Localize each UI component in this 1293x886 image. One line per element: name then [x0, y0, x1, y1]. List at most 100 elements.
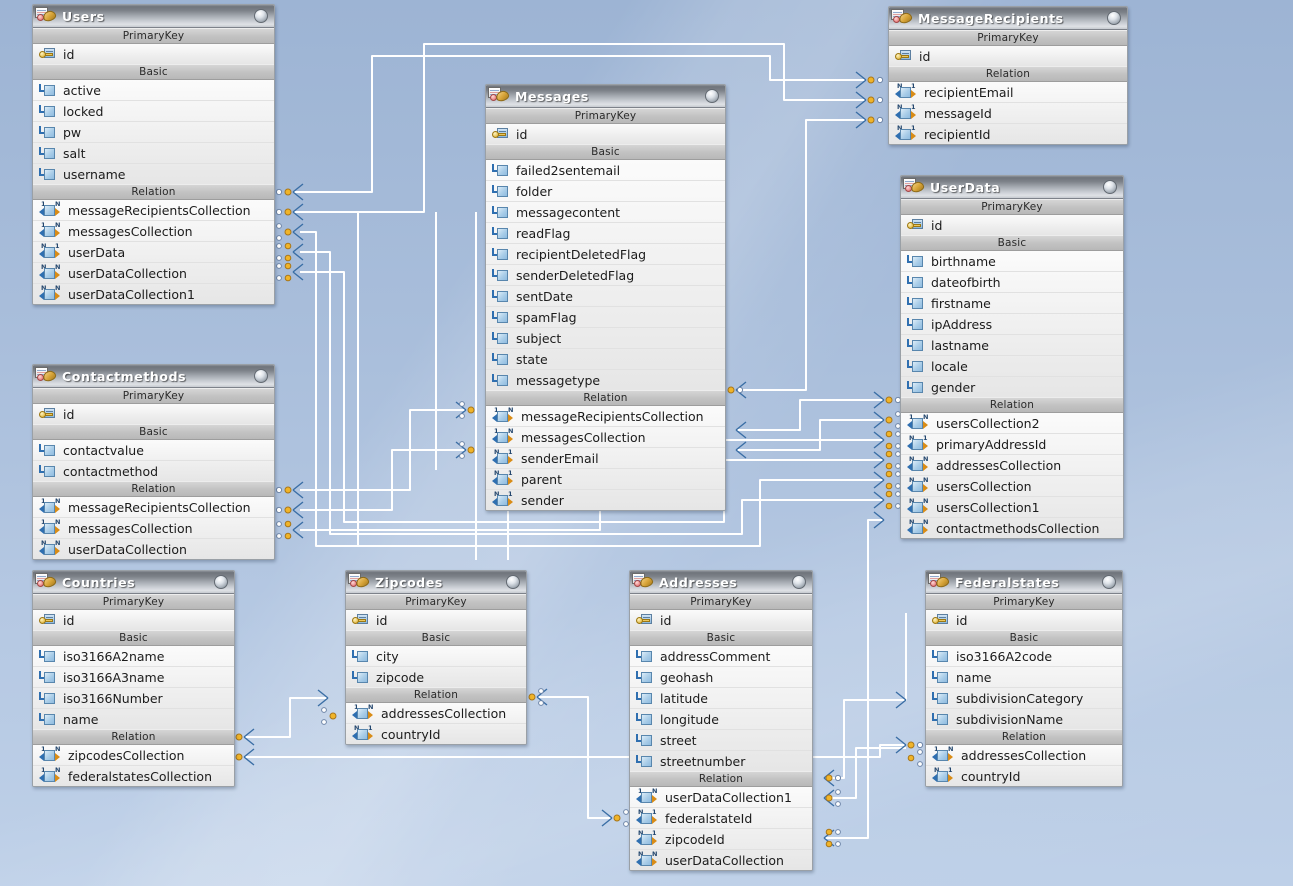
collapse-button[interactable] — [506, 575, 520, 589]
field-row[interactable]: streetnumber — [630, 751, 812, 771]
field-row[interactable]: name — [33, 709, 234, 729]
relation-row[interactable]: N N userDataCollection — [33, 539, 274, 559]
entity-contactmethods[interactable]: Contactmethods PrimaryKey id Basic contactva… — [32, 364, 275, 560]
relation-row[interactable]: N 1 countryId — [926, 766, 1122, 786]
field-row[interactable]: senderDeletedFlag — [486, 265, 725, 286]
field-row[interactable]: folder — [486, 181, 725, 202]
entity-addresses[interactable]: Addresses PrimaryKey id Basic addressComment… — [629, 570, 813, 871]
relation-row[interactable]: N N addressesCollection — [901, 455, 1123, 476]
field-row[interactable]: state — [486, 349, 725, 370]
diagram-canvas[interactable]: Users PrimaryKey id Basic active locked pw salt… — [0, 0, 1293, 886]
relation-row[interactable]: N 1 countryId — [346, 724, 526, 744]
field-row[interactable]: locale — [901, 356, 1123, 377]
field-row[interactable]: recipientDeletedFlag — [486, 244, 725, 265]
relation-row[interactable]: N 1 federalstateId — [630, 808, 812, 829]
entity-header[interactable]: Contactmethods — [33, 365, 274, 388]
collapse-button[interactable] — [1103, 180, 1117, 194]
relation-row[interactable]: 1 N messageRecipientsCollection — [33, 497, 274, 518]
field-row[interactable]: readFlag — [486, 223, 725, 244]
field-row[interactable]: lastname — [901, 335, 1123, 356]
entity-messages[interactable]: Messages PrimaryKey id Basic failed2sentemai… — [485, 84, 726, 511]
field-row[interactable]: zipcode — [346, 667, 526, 687]
entity-header[interactable]: Messages — [486, 85, 725, 108]
field-row[interactable]: messagecontent — [486, 202, 725, 223]
field-row[interactable]: firstname — [901, 293, 1123, 314]
field-row[interactable]: iso3166A3name — [33, 667, 234, 688]
entity-header[interactable]: Zipcodes — [346, 571, 526, 594]
field-row[interactable]: sentDate — [486, 286, 725, 307]
field-row[interactable]: addressComment — [630, 646, 812, 667]
field-row[interactable]: id — [33, 404, 274, 424]
relation-row[interactable]: N N usersCollection1 — [901, 497, 1123, 518]
field-row[interactable]: name — [926, 667, 1122, 688]
relation-row[interactable]: N N usersCollection — [901, 476, 1123, 497]
field-row[interactable]: id — [486, 124, 725, 144]
relation-row[interactable]: 1 N addressesCollection — [346, 703, 526, 724]
collapse-button[interactable] — [214, 575, 228, 589]
relation-row[interactable]: N 1 messageId — [889, 103, 1127, 124]
relation-row[interactable]: N 1 zipcodeId — [630, 829, 812, 850]
field-row[interactable]: username — [33, 164, 274, 184]
entity-header[interactable]: Users — [33, 5, 274, 28]
field-row[interactable]: id — [630, 610, 812, 630]
relation-row[interactable]: 1 N addressesCollection — [926, 745, 1122, 766]
relation-row[interactable]: N 1 senderEmail — [486, 448, 725, 469]
field-row[interactable]: subdivisionName — [926, 709, 1122, 729]
field-row[interactable]: ipAddress — [901, 314, 1123, 335]
relation-row[interactable]: 1 N zipcodesCollection — [33, 745, 234, 766]
relation-row[interactable]: 1 N messageRecipientsCollection — [486, 406, 725, 427]
relation-row[interactable]: 1 N messagesCollection — [33, 518, 274, 539]
field-row[interactable]: id — [346, 610, 526, 630]
relation-row[interactable]: N 1 sender — [486, 490, 725, 510]
field-row[interactable]: longitude — [630, 709, 812, 730]
relation-row[interactable]: 1 N userDataCollection1 — [630, 787, 812, 808]
field-row[interactable]: dateofbirth — [901, 272, 1123, 293]
field-row[interactable]: locked — [33, 101, 274, 122]
field-row[interactable]: contactvalue — [33, 440, 274, 461]
field-row[interactable]: messagetype — [486, 370, 725, 390]
entity-zipcodes[interactable]: Zipcodes PrimaryKey id Basic city zipcode Rela… — [345, 570, 527, 745]
field-row[interactable]: iso3166A2name — [33, 646, 234, 667]
field-row[interactable]: id — [889, 46, 1127, 66]
field-row[interactable]: latitude — [630, 688, 812, 709]
field-row[interactable]: pw — [33, 122, 274, 143]
entity-messagerecipients[interactable]: MessageRecipients PrimaryKey id Relation N 1 r… — [888, 6, 1128, 145]
entity-header[interactable]: UserData — [901, 176, 1123, 199]
field-row[interactable]: iso3166Number — [33, 688, 234, 709]
field-row[interactable]: birthname — [901, 251, 1123, 272]
field-row[interactable]: gender — [901, 377, 1123, 397]
entity-countries[interactable]: Countries PrimaryKey id Basic iso3166A2name i… — [32, 570, 235, 787]
collapse-button[interactable] — [705, 89, 719, 103]
collapse-button[interactable] — [254, 369, 268, 383]
field-row[interactable]: iso3166A2code — [926, 646, 1122, 667]
field-row[interactable]: geohash — [630, 667, 812, 688]
entity-users[interactable]: Users PrimaryKey id Basic active locked pw salt… — [32, 4, 275, 305]
field-row[interactable]: id — [33, 610, 234, 630]
relation-row[interactable]: N N userDataCollection — [630, 850, 812, 870]
field-row[interactable]: id — [33, 44, 274, 64]
relation-row[interactable]: N 1 userData — [33, 242, 274, 263]
relation-row[interactable]: N 1 parent — [486, 469, 725, 490]
relation-row[interactable]: N 1 recipientEmail — [889, 82, 1127, 103]
relation-row[interactable]: N N contactmethodsCollection — [901, 518, 1123, 538]
collapse-button[interactable] — [254, 9, 268, 23]
entity-header[interactable]: MessageRecipients — [889, 7, 1127, 30]
collapse-button[interactable] — [792, 575, 806, 589]
relation-row[interactable]: 1 N usersCollection2 — [901, 413, 1123, 434]
relation-row[interactable]: N N userDataCollection1 — [33, 284, 274, 304]
field-row[interactable]: subject — [486, 328, 725, 349]
field-row[interactable]: id — [901, 215, 1123, 235]
collapse-button[interactable] — [1107, 11, 1121, 25]
field-row[interactable]: city — [346, 646, 526, 667]
collapse-button[interactable] — [1102, 575, 1116, 589]
field-row[interactable]: id — [926, 610, 1122, 630]
entity-header[interactable]: Federalstates — [926, 571, 1122, 594]
entity-header[interactable]: Countries — [33, 571, 234, 594]
field-row[interactable]: salt — [33, 143, 274, 164]
relation-row[interactable]: 1 N messagesCollection — [33, 221, 274, 242]
relation-row[interactable]: N N userDataCollection — [33, 263, 274, 284]
entity-header[interactable]: Addresses — [630, 571, 812, 594]
entity-federalstates[interactable]: Federalstates PrimaryKey id Basic iso3166A2c… — [925, 570, 1123, 787]
relation-row[interactable]: 1 N messageRecipientsCollection — [33, 200, 274, 221]
relation-row[interactable]: 1 N messagesCollection — [486, 427, 725, 448]
